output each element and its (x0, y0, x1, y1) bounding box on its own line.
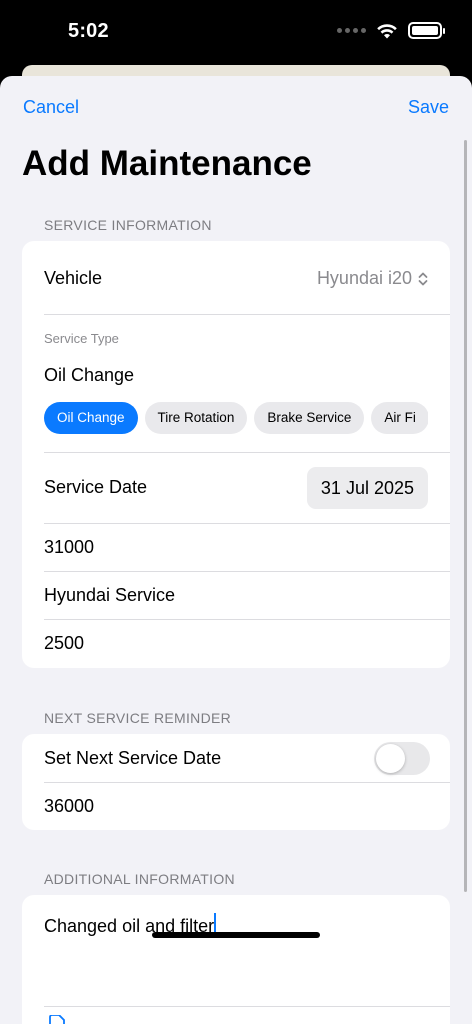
document-icon (49, 1015, 65, 1024)
vehicle-value: Hyundai i20 (316, 268, 412, 288)
next-mileage-value: 36000 (44, 796, 95, 816)
service-type-chips: Oil Change Tire Rotation Brake Service Air … (44, 402, 428, 434)
mileage-value: 31000 (44, 537, 95, 557)
home-indicator (152, 932, 320, 938)
mileage-field[interactable]: 31000 (22, 524, 450, 571)
set-next-date-row: Set Next Service Date (22, 734, 450, 782)
service-provider-field[interactable]: Hyundai Service (22, 572, 450, 619)
add-maintenance-sheet: Cancel Save Add Maintenance SERVICE INFO… (0, 76, 472, 1024)
chip-tire-rotation[interactable]: Tire Rotation (144, 402, 248, 434)
toggle-knob (376, 744, 405, 773)
vehicle-row[interactable]: Vehicle Hyundai i20 (22, 241, 450, 314)
scroll-indicator (464, 140, 467, 892)
vehicle-picker[interactable]: Hyundai i20 (317, 268, 428, 289)
next-mileage-field[interactable]: 36000 (22, 783, 450, 830)
status-icons (337, 22, 445, 39)
cost-field[interactable]: 2500 (22, 620, 450, 668)
notes-text-area[interactable]: Changed oil and filter (22, 895, 450, 1005)
cancel-button[interactable]: Cancel (23, 97, 79, 118)
service-type-value: Oil Change (44, 365, 135, 385)
service-date-label: Service Date (44, 477, 148, 497)
service-type-label: Service Type (44, 331, 119, 346)
vehicle-label: Vehicle (44, 268, 103, 288)
chip-air-filter[interactable]: Air Fi (371, 402, 428, 434)
next-service-reminder-group: Set Next Service Date 36000 (22, 734, 450, 830)
status-bar: 5:02 (0, 0, 472, 64)
wifi-icon (377, 23, 397, 38)
divider (44, 1006, 450, 1007)
service-information-group: Vehicle Hyundai i20 Service Type Oil Cha… (22, 241, 450, 668)
save-button[interactable]: Save (408, 97, 449, 118)
set-next-date-toggle[interactable] (374, 742, 430, 775)
section-header-additional-information: ADDITIONAL INFORMATION (44, 871, 235, 887)
status-time: 5:02 (68, 20, 109, 42)
service-date-picker[interactable]: 31 Jul 2025 (306, 467, 428, 509)
section-header-next-service-reminder: NEXT SERVICE REMINDER (44, 710, 232, 726)
cellular-signal-icon (337, 28, 366, 33)
divider (44, 314, 450, 315)
service-date-row: Service Date 31 Jul 2025 (22, 453, 450, 523)
additional-information-group: Changed oil and filter (22, 895, 450, 1024)
chip-brake-service[interactable]: Brake Service (254, 402, 365, 434)
cost-value: 2500 (44, 633, 85, 653)
chip-oil-change[interactable]: Oil Change (44, 402, 138, 434)
chevron-up-down-icon (418, 272, 428, 285)
service-provider-value: Hyundai Service (44, 585, 176, 605)
battery-icon (408, 22, 445, 39)
section-header-service-information: SERVICE INFORMATION (44, 217, 212, 233)
page-title: Add Maintenance (22, 144, 312, 183)
set-next-date-label: Set Next Service Date (44, 748, 222, 768)
